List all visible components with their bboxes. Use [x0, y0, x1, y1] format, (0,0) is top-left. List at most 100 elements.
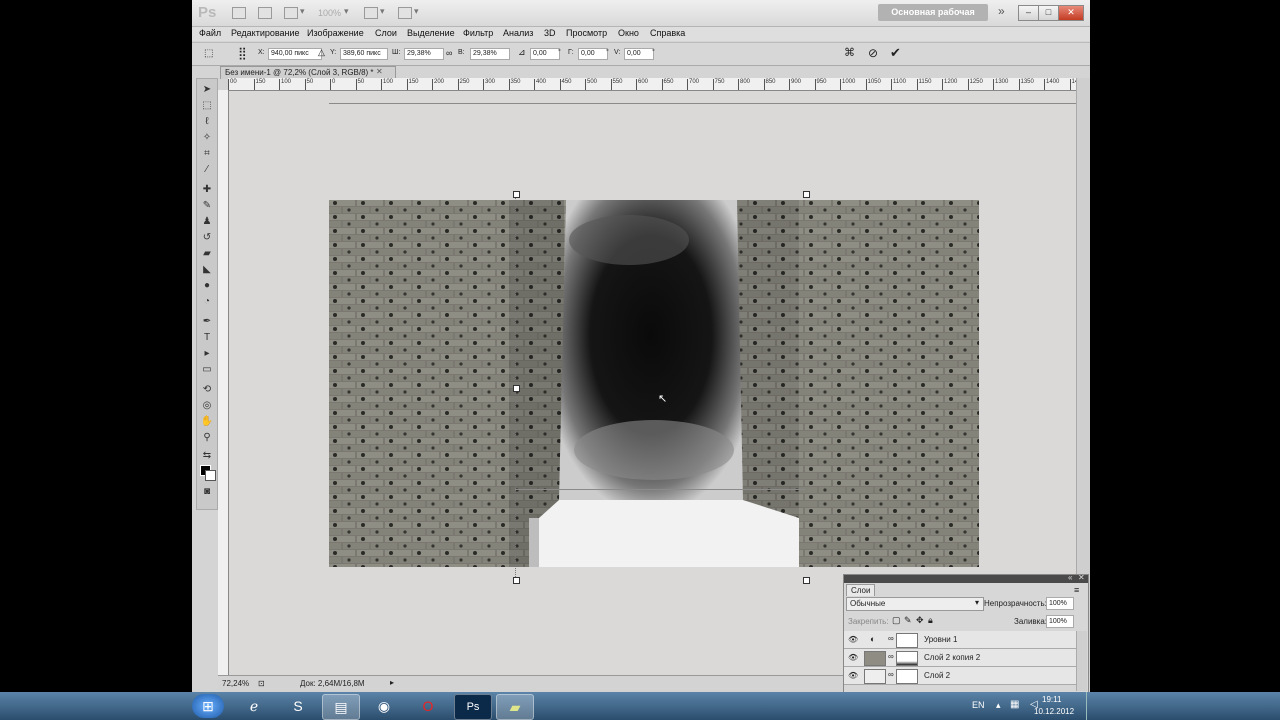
- more-workspaces-icon[interactable]: »: [998, 4, 1005, 18]
- photoshop-taskbar-icon[interactable]: Ps: [454, 694, 492, 720]
- brush-tool-icon[interactable]: ✎: [200, 199, 214, 213]
- menu-view[interactable]: Просмотр: [566, 28, 607, 38]
- minimize-button[interactable]: –: [1018, 5, 1039, 21]
- link-icon[interactable]: ∞: [446, 48, 452, 58]
- 3d-rotate-tool-icon[interactable]: ⟲: [200, 383, 214, 397]
- lock-all-icon[interactable]: 🔒︎: [928, 615, 933, 626]
- layer-row[interactable]: 👁︎ ∞ Слой 2: [844, 667, 1076, 685]
- width-field[interactable]: 29,38%: [404, 48, 444, 60]
- quick-select-tool-icon[interactable]: ✧: [200, 131, 214, 145]
- menu-analysis[interactable]: Анализ: [503, 28, 533, 38]
- canvas-artwork[interactable]: [329, 200, 979, 567]
- path-selection-tool-icon[interactable]: ▸: [200, 347, 214, 361]
- x-field[interactable]: 940,00 пикс: [268, 48, 322, 60]
- skew-h-field[interactable]: 0,00: [578, 48, 608, 60]
- zoom-tool-icon[interactable]: ⚲: [200, 431, 214, 445]
- internet-explorer-icon[interactable]: ℯ: [236, 694, 272, 718]
- zoom-level[interactable]: 72,24%: [222, 679, 249, 688]
- healing-brush-tool-icon[interactable]: ✚: [200, 183, 214, 197]
- chevron-down-icon[interactable]: ▾: [344, 6, 349, 17]
- close-icon[interactable]: ✕: [1078, 573, 1085, 582]
- lock-position-icon[interactable]: ✥: [916, 615, 924, 626]
- link-icon[interactable]: ∞: [888, 634, 894, 643]
- lock-transparency-icon[interactable]: ▢: [892, 615, 901, 626]
- transform-handle[interactable]: [803, 577, 810, 584]
- y-field[interactable]: 389,60 пикс: [340, 48, 388, 60]
- view-extras-icon[interactable]: [284, 7, 298, 19]
- skew-v-field[interactable]: 0,00: [624, 48, 654, 60]
- chevron-down-icon[interactable]: ▾: [414, 6, 419, 17]
- menu-file[interactable]: Файл: [199, 28, 221, 38]
- hand-tool-icon[interactable]: ✋: [200, 415, 214, 429]
- visibility-eye-icon[interactable]: 👁︎: [848, 671, 858, 680]
- maximize-button[interactable]: □: [1038, 5, 1059, 21]
- network-icon[interactable]: ▦: [1010, 699, 1019, 710]
- type-tool-icon[interactable]: T: [200, 331, 214, 345]
- mini-bridge-icon[interactable]: [258, 7, 272, 19]
- quick-mask-icon[interactable]: ◙: [200, 485, 214, 499]
- link-icon[interactable]: ∞: [888, 652, 894, 661]
- menu-image[interactable]: Изображение: [307, 28, 364, 38]
- chevron-down-icon[interactable]: ▾: [300, 6, 305, 17]
- workspace-switcher-button[interactable]: Основная рабочая среда: [878, 4, 988, 34]
- history-brush-tool-icon[interactable]: ↺: [200, 231, 214, 245]
- dodge-tool-icon[interactable]: ◔: [200, 295, 214, 309]
- chevron-right-icon[interactable]: ▸: [390, 678, 394, 687]
- tab-layers[interactable]: Слои: [846, 584, 876, 596]
- commit-transform-icon[interactable]: ✔: [890, 45, 901, 61]
- menu-filter[interactable]: Фильтр: [463, 28, 493, 38]
- skype-icon[interactable]: S: [280, 694, 316, 718]
- panel-header[interactable]: « ✕: [844, 573, 1088, 583]
- menu-select[interactable]: Выделение: [407, 28, 455, 38]
- link-icon[interactable]: ∞: [888, 670, 894, 679]
- menu-3d[interactable]: 3D: [544, 28, 556, 38]
- screen-mode-icon[interactable]: [398, 7, 412, 19]
- cancel-transform-icon[interactable]: ⊘: [868, 46, 878, 60]
- menu-edit[interactable]: Редактирование: [231, 28, 300, 38]
- layer-row[interactable]: 👁︎ ∞ Слой 2 копия 2: [844, 649, 1076, 667]
- panel-menu-icon[interactable]: ≡: [1074, 585, 1079, 595]
- transform-handle[interactable]: [513, 191, 520, 198]
- delta-icon[interactable]: △: [318, 47, 325, 58]
- paint-bucket-tool-icon[interactable]: ◣: [200, 263, 214, 277]
- menu-window[interactable]: Окно: [618, 28, 639, 38]
- marquee-tool-icon[interactable]: ⬚: [200, 99, 214, 113]
- file-explorer-icon[interactable]: ▤: [322, 694, 360, 720]
- angle-field[interactable]: 0,00: [530, 48, 560, 60]
- zoom-level-select[interactable]: 100%: [318, 8, 341, 18]
- warp-mode-icon[interactable]: ⌘: [844, 46, 855, 59]
- tray-expand-icon[interactable]: ▴: [996, 700, 1001, 711]
- clock-time[interactable]: 19:11: [1042, 695, 1061, 704]
- collapse-icon[interactable]: «: [1068, 573, 1072, 582]
- move-tool-icon[interactable]: ➤: [200, 83, 214, 97]
- menu-help[interactable]: Справка: [650, 28, 685, 38]
- background-color-swatch[interactable]: [205, 470, 216, 481]
- transform-handle[interactable]: [513, 385, 520, 392]
- status-info-icon[interactable]: ⊡: [258, 679, 265, 688]
- visibility-eye-icon[interactable]: 👁︎: [848, 653, 858, 662]
- notes-app-icon[interactable]: ▰: [496, 694, 534, 720]
- media-app-icon[interactable]: ◉: [366, 694, 402, 718]
- fill-field[interactable]: 100%: [1046, 615, 1074, 628]
- swap-colors-icon[interactable]: ⇆: [200, 449, 214, 463]
- reference-point-icon[interactable]: ⣿: [238, 46, 247, 60]
- clone-stamp-tool-icon[interactable]: ♟: [200, 215, 214, 229]
- blur-tool-icon[interactable]: ●: [200, 279, 214, 293]
- rectangle-tool-icon[interactable]: ▭: [200, 363, 214, 377]
- opera-icon[interactable]: O: [410, 694, 446, 718]
- start-button[interactable]: ⊞: [192, 694, 224, 718]
- visibility-eye-icon[interactable]: 👁︎: [848, 635, 858, 644]
- close-icon[interactable]: ✕: [376, 67, 383, 76]
- close-button[interactable]: ✕: [1058, 5, 1084, 21]
- transform-handle[interactable]: [513, 577, 520, 584]
- opacity-field[interactable]: 100%: [1046, 597, 1074, 610]
- show-desktop-button[interactable]: [1086, 692, 1095, 720]
- blend-mode-select[interactable]: Обычные ▾: [846, 597, 984, 611]
- layer-row[interactable]: 👁︎ ◐ ∞ Уровни 1: [844, 631, 1076, 649]
- chevron-down-icon[interactable]: ▾: [380, 6, 385, 17]
- layers-scrollbar[interactable]: [1076, 631, 1087, 691]
- arrange-documents-icon[interactable]: [364, 7, 378, 19]
- pen-tool-icon[interactable]: ✒: [200, 315, 214, 329]
- menu-layers[interactable]: Слои: [375, 28, 397, 38]
- lock-pixels-icon[interactable]: ✎: [904, 615, 912, 626]
